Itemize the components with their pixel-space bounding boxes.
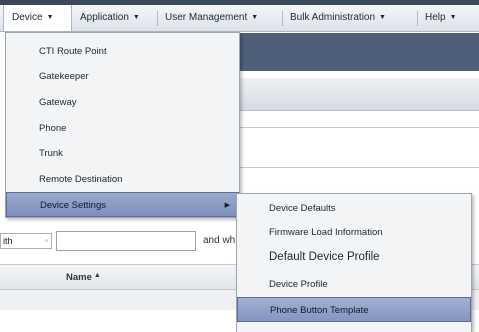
chevron-down-icon: ▼ — [449, 14, 457, 21]
menu-item-label: CTI Route Point — [39, 46, 107, 57]
triangle-right-icon: ▶ — [224, 202, 230, 209]
menu-separator — [157, 11, 158, 26]
menu-item-label: Phone — [39, 123, 67, 134]
menu-item-label: Remote Destination — [39, 174, 123, 185]
submenu-item-device-profile[interactable]: Device Profile — [237, 272, 471, 297]
menu-separator — [282, 11, 283, 26]
menu-user-management-label: User Management — [165, 12, 248, 23]
menu-application[interactable]: Application ▼ — [80, 5, 140, 31]
chevron-down-icon: ◦ — [45, 236, 48, 245]
menu-help-label: Help — [425, 12, 446, 23]
chevron-down-icon: ▼ — [379, 14, 386, 21]
menu-device[interactable]: Device ▼ — [3, 5, 72, 31]
submenu-item-label: Device Defaults — [269, 203, 336, 214]
search-field-select[interactable]: ith ◦ — [0, 233, 52, 249]
menu-device-label: Device — [12, 12, 43, 23]
submenu-item-device-defaults[interactable]: Device Defaults — [237, 196, 471, 221]
chevron-down-icon: ▼ — [46, 14, 54, 21]
menu-separator — [417, 11, 418, 26]
search-and-label: and wh — [203, 235, 236, 246]
menu-item-label: Gateway — [39, 97, 77, 108]
device-settings-submenu: Device Defaults Firmware Load Informatio… — [236, 193, 472, 332]
menu-help[interactable]: Help ▼ — [425, 5, 457, 31]
submenu-item-label: Phone Button Template — [270, 305, 369, 316]
menu-bulk-administration-label: Bulk Administration — [290, 12, 376, 23]
submenu-item-label: Device Profile — [269, 279, 328, 290]
toolbar-area — [238, 78, 479, 111]
search-input[interactable] — [56, 231, 196, 251]
submenu-item-firmware-load-information[interactable]: Firmware Load Information — [237, 220, 471, 245]
divider — [238, 127, 479, 128]
menu-item-remote-destination[interactable]: Remote Destination — [6, 167, 239, 192]
menu-item-cti-route-point[interactable]: CTI Route Point — [6, 39, 239, 64]
menu-item-gateway[interactable]: Gateway — [6, 90, 239, 115]
menu-item-label: Trunk — [39, 148, 63, 159]
menu-application-label: Application — [80, 12, 129, 23]
menu-item-trunk[interactable]: Trunk — [6, 141, 239, 166]
column-header-name[interactable]: Name ▲ — [66, 272, 101, 283]
sort-ascending-icon: ▲ — [93, 272, 101, 279]
menu-user-management[interactable]: User Management ▼ — [165, 5, 258, 31]
submenu-item-label: Firmware Load Information — [269, 227, 383, 238]
divider — [238, 167, 479, 168]
menu-item-label: Gatekeeper — [39, 71, 89, 82]
submenu-item-phone-button-template[interactable]: Phone Button Template — [237, 297, 471, 322]
menu-item-label: Device Settings — [40, 200, 107, 211]
submenu-item-default-device-profile[interactable]: Default Device Profile — [237, 245, 471, 270]
column-header-name-label: Name — [66, 272, 92, 283]
chevron-down-icon: ▼ — [132, 14, 140, 21]
submenu-item-label: Default Device Profile — [269, 251, 380, 263]
menu-item-gatekeeper[interactable]: Gatekeeper — [6, 64, 239, 89]
menu-bar: Device ▼ Application ▼ User Management ▼ Bu… — [0, 5, 479, 32]
menu-bulk-administration[interactable]: Bulk Administration ▼ — [290, 5, 386, 31]
chevron-down-icon: ▼ — [251, 14, 259, 21]
device-menu: CTI Route Point Gatekeeper Gateway Phone… — [5, 32, 240, 218]
menu-item-device-settings[interactable]: Device Settings ▶ — [6, 192, 239, 217]
search-field-select-value: ith — [3, 236, 13, 246]
menu-item-phone[interactable]: Phone — [6, 116, 239, 141]
page-header-bar — [238, 33, 479, 71]
